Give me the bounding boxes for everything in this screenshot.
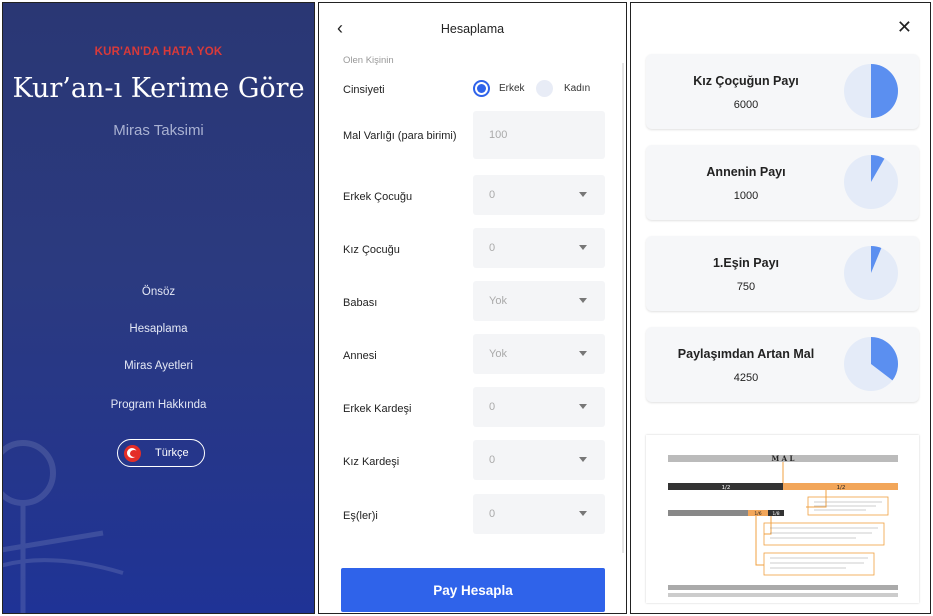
result-value: 6000	[733, 99, 759, 111]
pie-slice	[871, 64, 898, 118]
chevron-down-icon	[579, 351, 587, 356]
calculation-screen: ‹ Hesaplama Olen Kişinin Cinsiyeti Erkek…	[318, 2, 627, 614]
share-pie-icon	[844, 337, 898, 391]
esleri-select[interactable]: 0	[473, 494, 605, 534]
warning-text: KUR'AN'DA HATA YOK	[94, 46, 223, 58]
radio-erkek-label: Erkek	[499, 83, 525, 94]
kiz-kardesi-select[interactable]: 0	[473, 440, 605, 480]
language-button[interactable]: Türkçe	[117, 439, 205, 467]
result-card: Kız Çoçuğun Payı 6000	[646, 54, 919, 129]
radio-erkek[interactable]	[473, 80, 490, 97]
inheritance-diagram: M A L 1/2 1/2 1/6 1/8	[646, 435, 919, 603]
diagram-label: 1/2	[722, 485, 731, 491]
radio-kadin-label: Kadın	[564, 83, 591, 94]
result-card: 1.Eşin Payı 750	[646, 236, 919, 311]
section-label: Olen Kişinin	[343, 55, 394, 66]
share-pie-icon	[844, 64, 898, 118]
chevron-down-icon	[579, 457, 587, 462]
row-label-annesi: Annesi	[343, 350, 377, 362]
diagram-label: 1/6	[754, 511, 761, 517]
share-pie-icon	[844, 155, 898, 209]
chevron-down-icon	[579, 192, 587, 197]
form-title: Hesaplama	[440, 22, 505, 36]
row-label-mal: Mal Varlığı (para birimi)	[343, 130, 457, 142]
diagram-label: 1/2	[837, 485, 846, 491]
result-card: Paylaşımdan Artan Mal 4250	[646, 327, 919, 402]
menu-item-miras-ayetleri[interactable]: Miras Ayetleri	[3, 360, 314, 372]
mal-varligi-input[interactable]: 100	[473, 111, 605, 159]
chevron-down-icon	[579, 245, 587, 250]
form-header: ‹ Hesaplama	[319, 3, 626, 51]
app-subtitle: Miras Taksimi	[113, 122, 204, 139]
row-label-erkek-cocugu: Erkek Çocuğu	[343, 191, 413, 203]
erkek-cocugu-select[interactable]: 0	[473, 175, 605, 215]
result-name: 1.Eşin Payı	[712, 256, 779, 270]
scrollbar[interactable]	[622, 63, 624, 553]
pay-hesapla-button[interactable]: Pay Hesapla	[341, 568, 605, 612]
diagram-label: 1/8	[772, 511, 779, 517]
kiz-cocugu-select[interactable]: 0	[473, 228, 605, 268]
row-label-babasi: Babası	[343, 297, 378, 309]
row-label-kiz-kardesi: Kız Kardeşi	[343, 456, 400, 468]
menu-item-onsoz[interactable]: Önsöz	[3, 286, 314, 298]
radio-kadin[interactable]	[536, 80, 553, 97]
menu-item-program-hakkinda[interactable]: Program Hakkında	[3, 399, 314, 411]
close-icon[interactable]: ✕	[897, 17, 912, 38]
chevron-down-icon	[579, 298, 587, 303]
result-name: Kız Çoçuğun Payı	[693, 74, 799, 88]
result-card: Annenin Payı 1000	[646, 145, 919, 220]
row-label-erkek-kardesi: Erkek Kardeşi	[343, 403, 412, 415]
share-pie-icon	[844, 246, 898, 300]
result-value: 1000	[733, 190, 759, 202]
chevron-down-icon	[579, 404, 587, 409]
results-screen: ✕ Kız Çoçuğun Payı 6000 Annenin Payı 100…	[630, 2, 931, 614]
result-value: 4250	[733, 372, 759, 384]
splash-screen: KUR'AN'DA HATA YOK Kur’an-ı Kerime Göre …	[2, 2, 315, 614]
result-value: 750	[736, 281, 756, 293]
menu-item-hesaplama[interactable]: Hesaplama	[3, 323, 314, 335]
turkey-flag-icon	[124, 444, 141, 462]
erkek-kardesi-select[interactable]: 0	[473, 387, 605, 427]
row-label-kiz-cocugu: Kız Çocuğu	[343, 244, 400, 256]
app-title: Kur’an-ı Kerime Göre	[12, 73, 305, 104]
diagram-heading: M A L	[772, 454, 795, 463]
annesi-select[interactable]: Yok	[473, 334, 605, 374]
result-name: Paylaşımdan Artan Mal	[677, 347, 815, 361]
gender-label: Cinsiyeti	[343, 84, 385, 96]
language-label: Türkçe	[155, 447, 189, 459]
result-name: Annenin Payı	[706, 165, 786, 179]
chevron-down-icon	[579, 511, 587, 516]
row-label-esleri: Eş(ler)i	[343, 510, 378, 522]
babasi-select[interactable]: Yok	[473, 281, 605, 321]
